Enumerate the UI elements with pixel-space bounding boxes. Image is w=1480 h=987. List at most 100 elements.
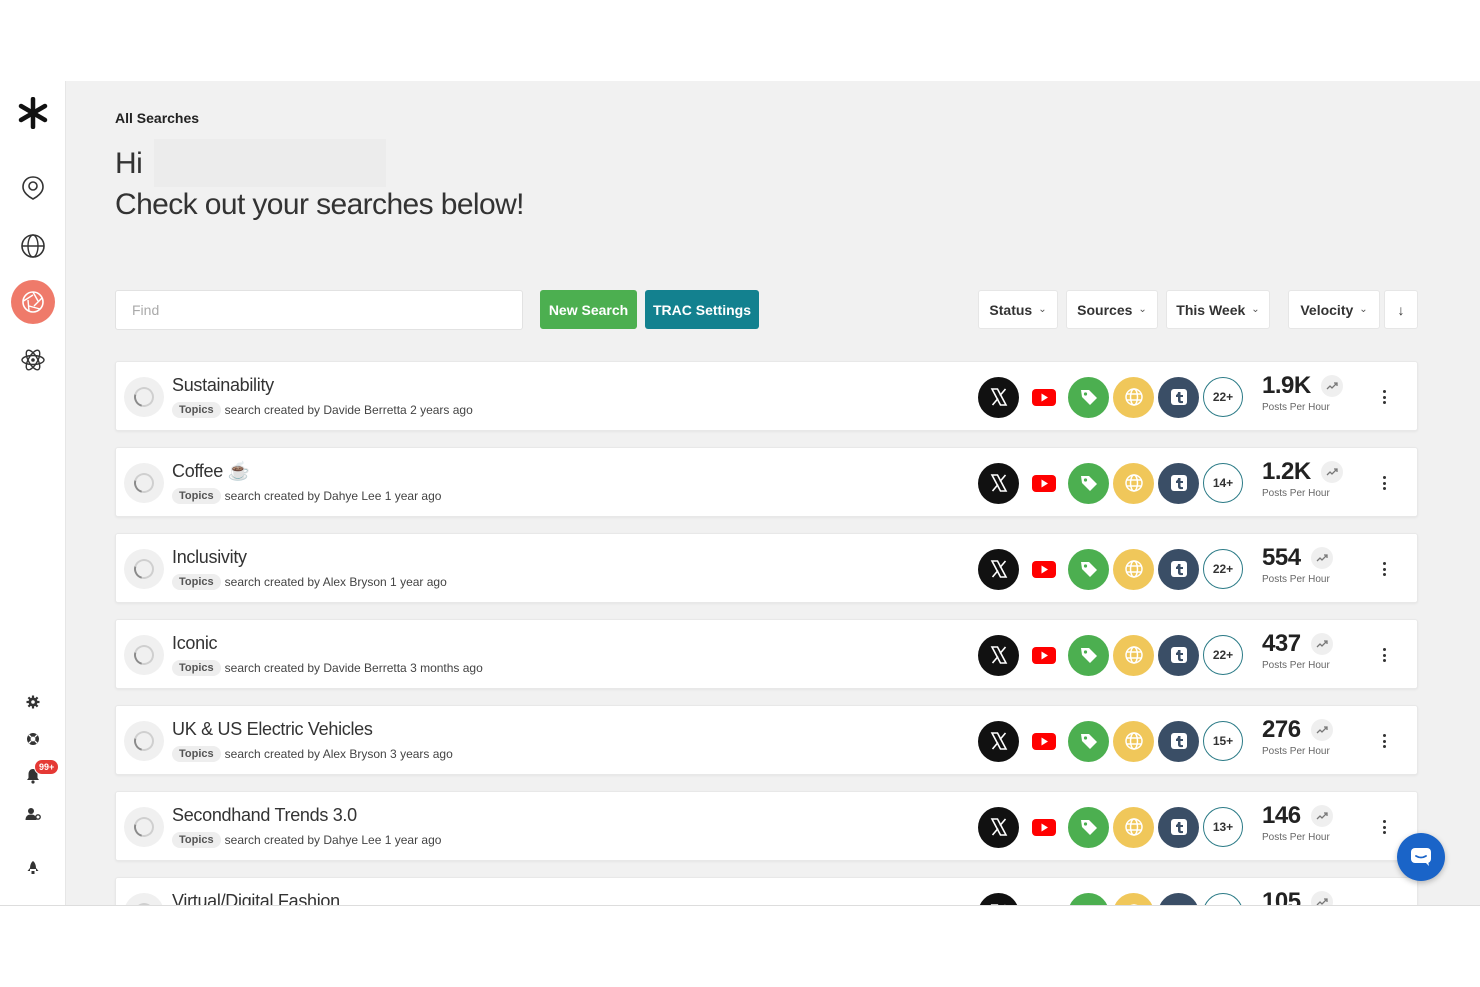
youtube-icon bbox=[1023, 635, 1064, 676]
price-tag-icon bbox=[1068, 548, 1109, 590]
velocity-metric: 554 Posts Per Hour bbox=[1262, 544, 1333, 585]
status-spinner-icon bbox=[124, 377, 164, 417]
topics-tag: Topics bbox=[172, 402, 221, 418]
sources-icons: 13+ bbox=[978, 806, 1247, 848]
x-twitter-icon bbox=[978, 892, 1019, 905]
atom-icon[interactable] bbox=[0, 345, 66, 375]
search-meta: Topics search created by Alex Bryson 3 y… bbox=[172, 746, 453, 762]
row-menu-kebab-icon[interactable] bbox=[1378, 556, 1390, 582]
sort-direction-button[interactable]: ↓ bbox=[1384, 290, 1418, 329]
row-menu-kebab-icon[interactable] bbox=[1378, 642, 1390, 668]
search-row[interactable]: Iconic Topics search created by Davide B… bbox=[115, 619, 1418, 689]
breadcrumb[interactable]: All Searches bbox=[115, 110, 199, 126]
topics-tag: Topics bbox=[172, 574, 221, 590]
velocity-label: Posts Per Hour bbox=[1262, 746, 1330, 757]
web-globe-icon bbox=[1113, 634, 1154, 676]
sort-by-label: Velocity bbox=[1300, 301, 1354, 318]
search-row[interactable]: Virtual/Digital Fashion Topics 105 bbox=[115, 877, 1418, 905]
search-row[interactable]: Secondhand Trends 3.0 Topics search crea… bbox=[115, 791, 1418, 861]
search-row[interactable]: Inclusivity Topics search created by Ale… bbox=[115, 533, 1418, 603]
velocity-label: Posts Per Hour bbox=[1262, 402, 1330, 413]
x-twitter-icon bbox=[978, 720, 1019, 762]
trend-up-icon bbox=[1320, 461, 1343, 483]
more-sources-count[interactable]: 22+ bbox=[1203, 377, 1243, 417]
velocity-metric: 105 bbox=[1262, 888, 1333, 905]
row-menu-kebab-icon[interactable] bbox=[1378, 728, 1390, 754]
velocity-label: Posts Per Hour bbox=[1262, 574, 1330, 585]
search-row[interactable]: Sustainability Topics search created by … bbox=[115, 361, 1418, 431]
search-created-text: search created by Dahye Lee 1 year ago bbox=[224, 833, 442, 847]
row-menu-kebab-icon[interactable] bbox=[1378, 470, 1390, 496]
search-title[interactable]: Virtual/Digital Fashion bbox=[172, 891, 340, 905]
more-sources-count[interactable]: 13+ bbox=[1203, 807, 1243, 847]
row-menu-kebab-icon[interactable] bbox=[1378, 814, 1390, 840]
more-sources-count[interactable] bbox=[1203, 893, 1243, 905]
search-title[interactable]: Sustainability bbox=[172, 375, 274, 396]
more-sources-count[interactable]: 22+ bbox=[1203, 549, 1243, 589]
velocity-metric: 276 Posts Per Hour bbox=[1262, 716, 1333, 757]
globe-icon[interactable] bbox=[0, 231, 66, 261]
search-title[interactable]: Secondhand Trends 3.0 bbox=[172, 805, 357, 826]
velocity-value: 1.2K bbox=[1262, 458, 1311, 485]
status-spinner-icon bbox=[124, 635, 164, 675]
user-settings-icon[interactable] bbox=[0, 804, 66, 824]
search-created-text: search created by Davide Berretta 3 mont… bbox=[224, 661, 483, 675]
search-title[interactable]: Coffee ☕ bbox=[172, 461, 250, 482]
price-tag-icon bbox=[1068, 376, 1109, 418]
velocity-value: 554 bbox=[1262, 544, 1301, 571]
price-tag-icon bbox=[1068, 892, 1109, 905]
status-filter-dropdown[interactable]: Status ⌄ bbox=[978, 290, 1058, 329]
topics-tag: Topics bbox=[172, 832, 221, 848]
price-tag-icon bbox=[1068, 634, 1109, 676]
velocity-metric: 1.9K Posts Per Hour bbox=[1262, 372, 1343, 413]
trend-up-icon bbox=[1310, 547, 1333, 569]
sources-icons bbox=[978, 892, 1247, 905]
row-menu-kebab-icon[interactable] bbox=[1378, 384, 1390, 410]
youtube-icon bbox=[1023, 721, 1064, 762]
help-lifebuoy-icon[interactable] bbox=[0, 729, 66, 749]
search-row[interactable]: UK & US Electric Vehicles Topics search … bbox=[115, 705, 1418, 775]
trac-settings-button[interactable]: TRAC Settings bbox=[645, 290, 759, 329]
web-globe-icon bbox=[1113, 892, 1154, 905]
status-spinner-icon bbox=[124, 893, 164, 905]
velocity-value: 1.9K bbox=[1262, 372, 1311, 399]
velocity-value: 146 bbox=[1262, 802, 1301, 829]
search-title[interactable]: UK & US Electric Vehicles bbox=[172, 719, 373, 740]
row-menu-kebab-icon[interactable] bbox=[1378, 900, 1390, 905]
main-content: All Searches Hi Check out your searches … bbox=[66, 81, 1480, 905]
logo-asterisk-icon[interactable] bbox=[0, 93, 66, 133]
more-sources-count[interactable]: 22+ bbox=[1203, 635, 1243, 675]
more-sources-count[interactable]: 15+ bbox=[1203, 721, 1243, 761]
youtube-icon bbox=[1023, 807, 1064, 848]
topics-tag: Topics bbox=[172, 746, 221, 762]
status-spinner-icon bbox=[124, 549, 164, 589]
search-title[interactable]: Iconic bbox=[172, 633, 218, 654]
tumblr-icon bbox=[1158, 548, 1199, 590]
more-sources-count[interactable]: 14+ bbox=[1203, 463, 1243, 503]
searches-aperture-icon[interactable] bbox=[0, 280, 66, 324]
search-title[interactable]: Inclusivity bbox=[172, 547, 247, 568]
location-pin-icon[interactable] bbox=[0, 173, 66, 203]
tumblr-icon bbox=[1158, 892, 1199, 905]
price-tag-icon bbox=[1068, 720, 1109, 762]
find-search-input[interactable] bbox=[115, 290, 523, 330]
web-globe-icon bbox=[1113, 806, 1154, 848]
chevron-down-icon: ⌄ bbox=[1138, 304, 1147, 315]
chevron-down-icon: ⌄ bbox=[1038, 304, 1047, 315]
velocity-label: Posts Per Hour bbox=[1262, 488, 1330, 499]
sources-icons: 22+ bbox=[978, 548, 1247, 590]
new-search-button[interactable]: New Search bbox=[540, 290, 637, 329]
x-twitter-icon bbox=[978, 462, 1019, 504]
search-meta: Topics search created by Davide Berretta… bbox=[172, 660, 483, 676]
chat-support-button[interactable] bbox=[1397, 833, 1445, 881]
search-row[interactable]: Coffee ☕ Topics search created by Dahye … bbox=[115, 447, 1418, 517]
date-range-label: This Week bbox=[1176, 301, 1246, 318]
trend-up-icon bbox=[1320, 375, 1343, 397]
sources-filter-dropdown[interactable]: Sources ⌄ bbox=[1066, 290, 1158, 329]
rocket-icon[interactable] bbox=[0, 858, 66, 878]
date-range-dropdown[interactable]: This Week ⌄ bbox=[1166, 290, 1270, 329]
settings-gear-icon[interactable] bbox=[0, 692, 66, 712]
sort-by-dropdown[interactable]: Velocity ⌄ bbox=[1288, 290, 1380, 329]
trend-up-icon bbox=[1310, 891, 1333, 905]
web-globe-icon bbox=[1113, 376, 1154, 418]
